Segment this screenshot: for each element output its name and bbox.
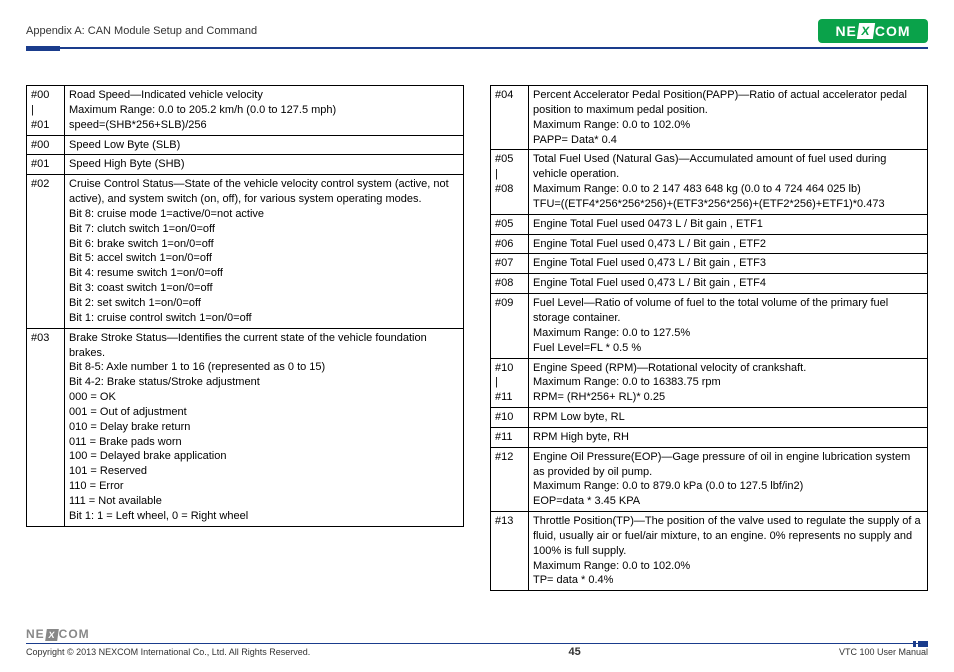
row-desc: Road Speed—Indicated vehicle velocity Ma… — [65, 86, 464, 136]
row-desc: Speed Low Byte (SLB) — [65, 135, 464, 155]
row-index: #09 — [491, 294, 529, 358]
row-desc: Cruise Control Status—State of the vehic… — [65, 175, 464, 328]
table-row: #04Percent Accelerator Pedal Position(PA… — [491, 86, 928, 150]
row-desc: Fuel Level—Ratio of volume of fuel to th… — [529, 294, 928, 358]
row-index: #10 | #11 — [491, 358, 529, 408]
row-desc: Engine Total Fuel used 0,473 L / Bit gai… — [529, 274, 928, 294]
table-row: #01Speed High Byte (SHB) — [27, 155, 464, 175]
row-desc: Engine Total Fuel used 0473 L / Bit gain… — [529, 214, 928, 234]
row-index: #05 — [491, 214, 529, 234]
footer-logo-x-icon: X — [45, 629, 59, 641]
header-rule — [26, 47, 928, 49]
row-desc: Engine Speed (RPM)—Rotational velocity o… — [529, 358, 928, 408]
row-index: #00 | #01 — [27, 86, 65, 136]
table-row: #00 | #01Road Speed—Indicated vehicle ve… — [27, 86, 464, 136]
table-row: #08Engine Total Fuel used 0,473 L / Bit … — [491, 274, 928, 294]
row-desc: Engine Total Fuel used 0,473 L / Bit gai… — [529, 254, 928, 274]
row-desc: Brake Stroke Status—Identifies the curre… — [65, 328, 464, 526]
footer-rule — [26, 643, 928, 645]
left-data-table: #00 | #01Road Speed—Indicated vehicle ve… — [26, 85, 464, 527]
table-row: #09Fuel Level—Ratio of volume of fuel to… — [491, 294, 928, 358]
row-desc: Engine Oil Pressure(EOP)—Gage pressure o… — [529, 447, 928, 511]
logo-text-left: NE — [835, 23, 856, 39]
copyright-text: Copyright © 2013 NEXCOM International Co… — [26, 647, 310, 657]
table-row: #10RPM Low byte, RL — [491, 408, 928, 428]
table-row: #13Throttle Position(TP)—The position of… — [491, 512, 928, 591]
row-desc: Speed High Byte (SHB) — [65, 155, 464, 175]
manual-title: VTC 100 User Manual — [839, 647, 928, 657]
table-row: #02Cruise Control Status—State of the ve… — [27, 175, 464, 328]
row-index: #12 — [491, 447, 529, 511]
table-row: #11RPM High byte, RH — [491, 427, 928, 447]
row-desc: Percent Accelerator Pedal Position(PAPP)… — [529, 86, 928, 150]
row-index: #13 — [491, 512, 529, 591]
row-index: #11 — [491, 427, 529, 447]
table-row: #12Engine Oil Pressure(EOP)—Gage pressur… — [491, 447, 928, 511]
footer-logo-right: COM — [59, 627, 90, 641]
table-row: #00Speed Low Byte (SLB) — [27, 135, 464, 155]
page-number: 45 — [568, 646, 580, 658]
right-data-table: #04Percent Accelerator Pedal Position(PA… — [490, 85, 928, 591]
row-desc: Total Fuel Used (Natural Gas)—Accumulate… — [529, 150, 928, 214]
table-row: #05Engine Total Fuel used 0473 L / Bit g… — [491, 214, 928, 234]
row-index: #02 — [27, 175, 65, 328]
logo-text-right: COM — [875, 23, 911, 39]
row-desc: RPM Low byte, RL — [529, 408, 928, 428]
row-desc: RPM High byte, RH — [529, 427, 928, 447]
row-index: #07 — [491, 254, 529, 274]
footer-logo: NEXCOM — [26, 627, 928, 641]
nexcom-logo: NEXCOM — [818, 19, 928, 43]
row-index: #05 | #08 — [491, 150, 529, 214]
table-row: #07Engine Total Fuel used 0,473 L / Bit … — [491, 254, 928, 274]
table-row: #03Brake Stroke Status—Identifies the cu… — [27, 328, 464, 526]
table-row: #10 | #11Engine Speed (RPM)—Rotational v… — [491, 358, 928, 408]
row-index: #04 — [491, 86, 529, 150]
row-index: #08 — [491, 274, 529, 294]
row-desc: Engine Total Fuel used 0,473 L / Bit gai… — [529, 234, 928, 254]
appendix-title: Appendix A: CAN Module Setup and Command — [26, 25, 257, 37]
footer-logo-left: NE — [26, 627, 45, 641]
row-index: #00 — [27, 135, 65, 155]
row-index: #10 — [491, 408, 529, 428]
row-desc: Throttle Position(TP)—The position of th… — [529, 512, 928, 591]
row-index: #01 — [27, 155, 65, 175]
row-index: #06 — [491, 234, 529, 254]
logo-x-icon: X — [857, 23, 875, 39]
table-row: #06Engine Total Fuel used 0,473 L / Bit … — [491, 234, 928, 254]
row-index: #03 — [27, 328, 65, 526]
table-row: #05 | #08Total Fuel Used (Natural Gas)—A… — [491, 150, 928, 214]
